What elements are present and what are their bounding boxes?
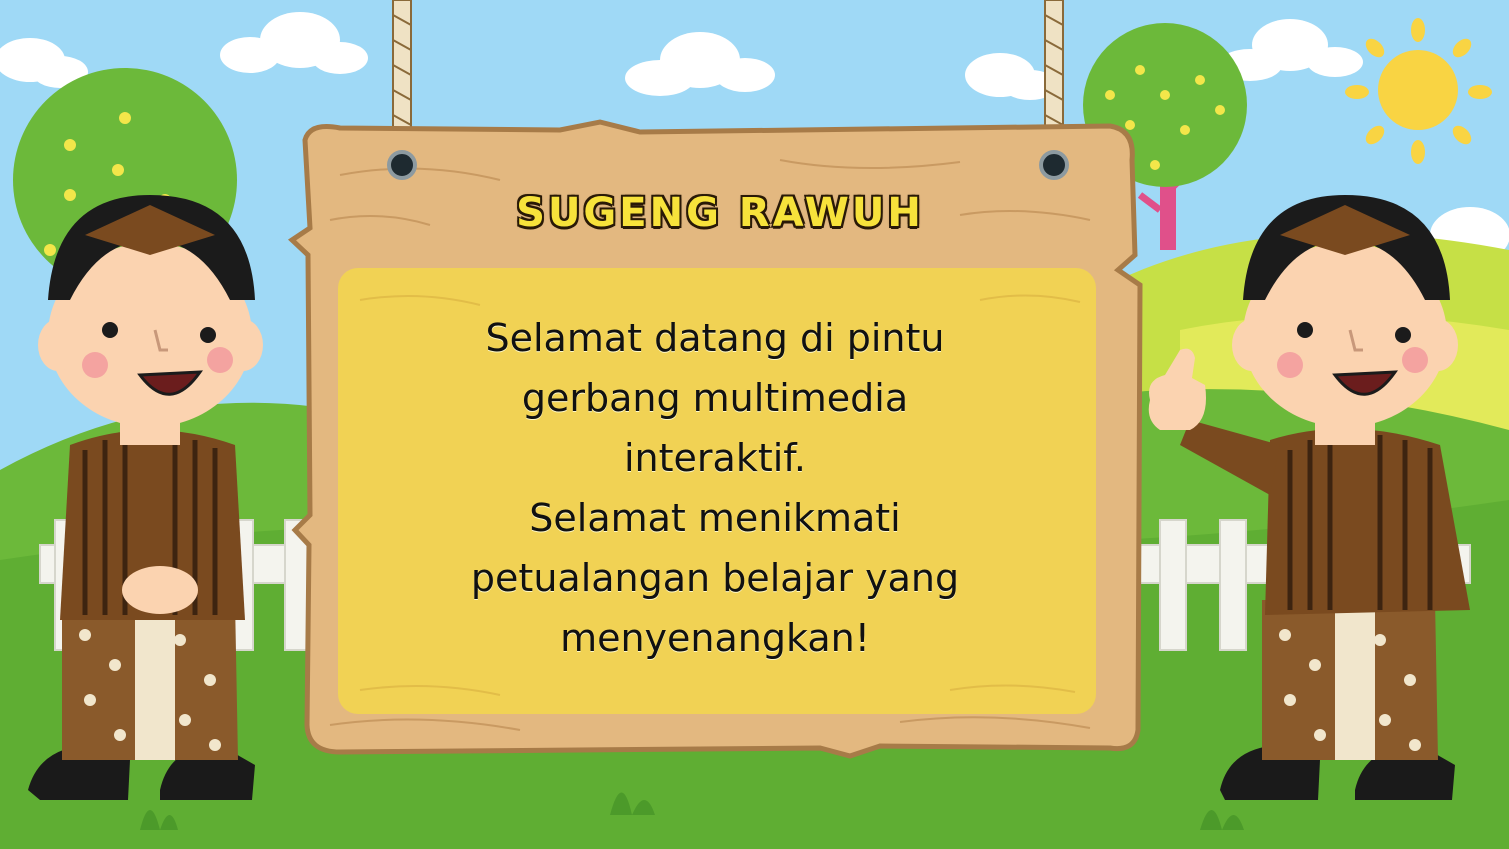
message-line: petualangan belajar yang	[470, 556, 960, 600]
message-line: menyenangkan!	[560, 616, 870, 660]
slide-title: SUGENG RAWUH	[516, 190, 924, 236]
message-line: gerbang multimedia	[521, 376, 909, 420]
message-line: Selamat datang di pintu	[485, 316, 945, 360]
message-line: Selamat menikmati	[529, 496, 901, 540]
striped-shirt	[1265, 428, 1470, 615]
folded-hands	[122, 566, 198, 614]
message-line: interaktif.	[624, 436, 806, 480]
welcome-message: Selamat datang di pintu gerbang multimed…	[385, 308, 1045, 668]
